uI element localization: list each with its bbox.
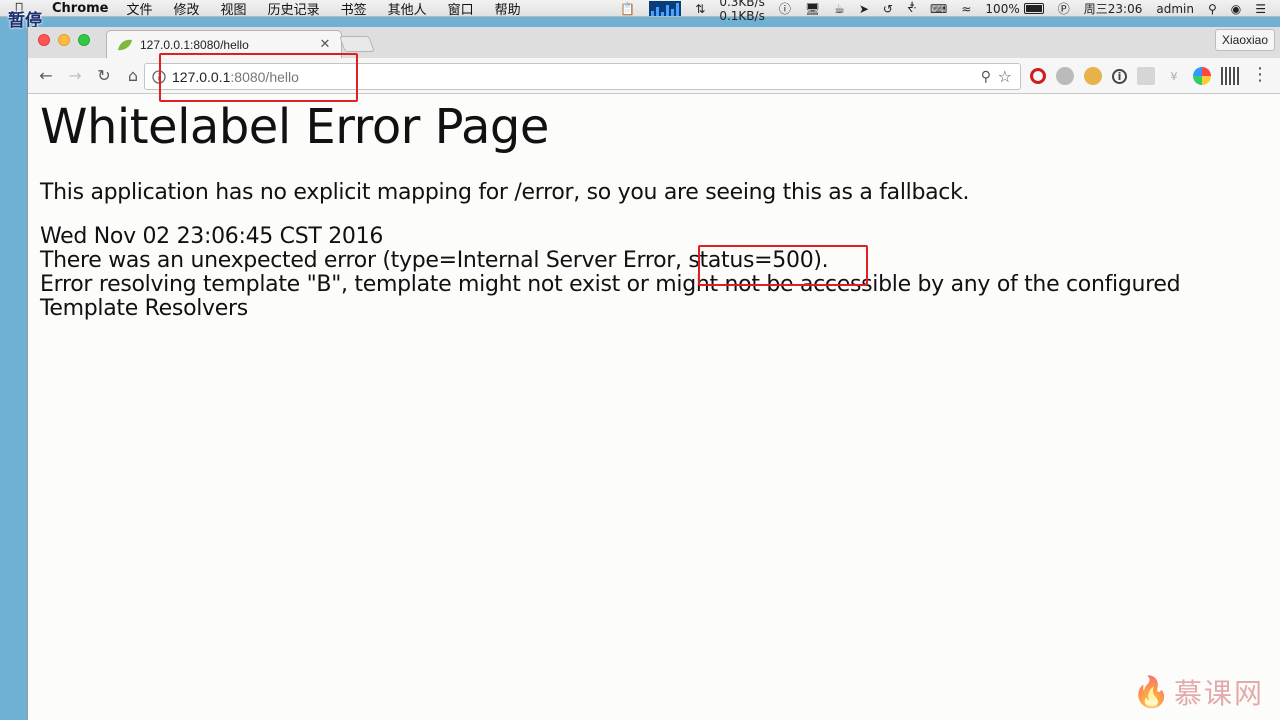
display-icon[interactable]: 🖥 (805, 2, 820, 16)
clipboard-icon[interactable]: 📋 (620, 2, 635, 16)
notification-center-icon[interactable]: ☰ (1255, 2, 1266, 16)
extensions-bar: i ¥ (1030, 67, 1239, 85)
status-highlight-box (698, 245, 868, 286)
watermark-text: 慕课网 (1173, 677, 1264, 710)
menu-bookmarks[interactable]: 书签 (341, 0, 367, 18)
spotlight-search-icon[interactable]: ⚲ (1208, 2, 1217, 16)
s-app-icon[interactable]: Ⓟ (1058, 0, 1070, 17)
page-title: Whitelabel Error Page (40, 99, 549, 155)
net-down: 0.1KB/s (719, 8, 765, 23)
menu-app-name[interactable]: Chrome (52, 1, 109, 16)
tab-title: 127.0.0.1:8080/hello (140, 37, 249, 52)
url-highlight-box (159, 53, 358, 102)
zoom-icon[interactable]: ⚲ (981, 69, 991, 85)
menu-people[interactable]: 其他人 (388, 0, 427, 18)
watermark: 🔥 慕课网 (1133, 672, 1264, 712)
opera-extension-icon[interactable] (1030, 68, 1046, 84)
minimize-window-button[interactable] (58, 34, 70, 46)
error-info: Wed Nov 02 23:06:45 CST 2016 There was a… (40, 225, 1280, 321)
close-window-button[interactable] (38, 34, 50, 46)
menu-help[interactable]: 帮助 (495, 0, 521, 18)
info-circle-icon[interactable]: ⓘ (779, 0, 791, 17)
bookmark-star-icon[interactable]: ☆ (998, 67, 1012, 86)
reader-extension-icon[interactable] (1137, 67, 1155, 85)
forward-arrow-icon[interactable]: → (65, 66, 85, 86)
activity-graph-icon[interactable] (649, 1, 682, 16)
color-wheel-extension-icon[interactable] (1193, 67, 1211, 85)
new-tab-button[interactable] (339, 36, 375, 52)
spring-leaf-icon (118, 39, 132, 50)
menu-history[interactable]: 历史记录 (268, 0, 320, 18)
user-name[interactable]: admin (1156, 2, 1194, 16)
clock[interactable]: 周三23:06 (1084, 0, 1143, 17)
menu-window[interactable]: 窗口 (448, 0, 474, 18)
flame-logo-icon: 🔥 (1132, 674, 1170, 710)
page-content: Whitelabel Error Page This application h… (28, 99, 1280, 321)
wifi-icon[interactable]: ≈ (961, 2, 971, 16)
menu-view[interactable]: 视图 (221, 0, 247, 18)
home-icon[interactable]: ⌂ (123, 66, 143, 86)
profile-button[interactable]: Xiaoxiao (1214, 29, 1275, 51)
menu-file[interactable]: 文件 (127, 0, 153, 18)
net-speed[interactable]: 0.3KB/s 0.1KB/s (719, 0, 764, 23)
error-detail: Error resolving template "B", template m… (40, 272, 1181, 321)
info-extension-icon[interactable]: i (1112, 68, 1127, 84)
time-machine-icon[interactable]: ↺ (883, 2, 893, 16)
error-lead-text: This application has no explicit mapping… (40, 180, 970, 205)
send-icon[interactable]: ➤ (859, 2, 869, 16)
bluetooth-icon[interactable]: ᙻ (907, 1, 916, 16)
net-up: 0.3KB/s (719, 0, 765, 9)
status-area: 📋 ⇅ 0.3KB/s 0.1KB/s ⓘ 🖥 ☕ ➤ ↺ ᙻ ⌨ ≈ 100%… (620, 0, 1280, 23)
tab-close-icon[interactable]: ✕ (317, 37, 333, 52)
error-timestamp: Wed Nov 02 23:06:45 CST 2016 (40, 224, 384, 249)
back-arrow-icon[interactable]: ← (36, 66, 56, 86)
globe-extension-icon[interactable] (1056, 67, 1074, 85)
zoom-window-button[interactable] (78, 34, 90, 46)
cookie-extension-icon[interactable] (1084, 67, 1102, 85)
yen-extension-icon[interactable]: ¥ (1165, 67, 1183, 85)
error-status-line: There was an unexpected error (type=Inte… (40, 248, 829, 273)
window-controls (38, 34, 90, 46)
qr-code-extension-icon[interactable] (1221, 67, 1239, 85)
battery-icon (1023, 3, 1044, 14)
siri-icon[interactable]: ◉ (1231, 2, 1241, 16)
menu-edit[interactable]: 修改 (174, 0, 200, 18)
browser-window: 127.0.0.1:8080/hello ✕ Xiaoxiao ← → ↻ ⌂ … (27, 27, 1280, 720)
transfer-arrows-icon: ⇅ (695, 1, 706, 16)
battery-indicator[interactable]: 100% (985, 1, 1044, 16)
cup-icon[interactable]: ☕ (834, 2, 845, 16)
keyboard-icon[interactable]: ⌨ (930, 2, 947, 16)
reload-icon[interactable]: ↻ (94, 66, 114, 86)
battery-percent: 100% (985, 1, 1020, 16)
chrome-menu-icon[interactable]: ⋮ (1251, 66, 1269, 84)
mac-menu-bar:  Chrome 文件 修改 视图 历史记录 书签 其他人 窗口 帮助 📋 ⇅ … (0, 0, 1280, 23)
